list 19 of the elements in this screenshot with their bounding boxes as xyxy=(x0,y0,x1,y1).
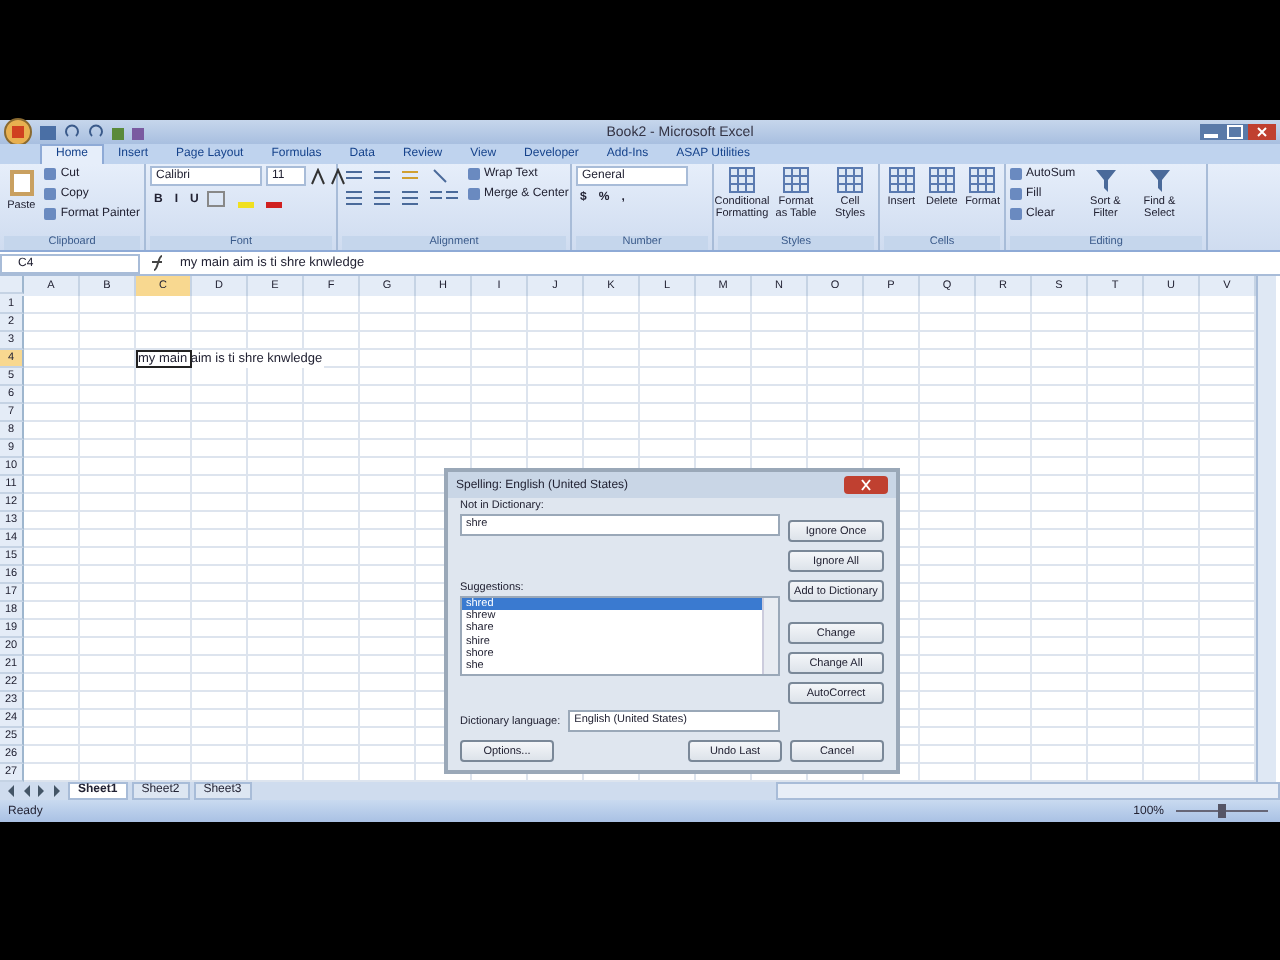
vertical-scrollbar[interactable] xyxy=(1256,276,1276,782)
list-scrollbar[interactable] xyxy=(762,598,778,674)
clipboard-icon xyxy=(7,166,36,198)
grid-icon xyxy=(887,166,916,194)
horizontal-scrollbar[interactable] xyxy=(776,782,1280,800)
align-icon[interactable] xyxy=(342,188,462,206)
font-size-icon[interactable] xyxy=(310,167,350,185)
zoom-slider-icon[interactable] xyxy=(1172,804,1272,818)
maximize-icon[interactable] xyxy=(1224,124,1246,140)
grid-icon xyxy=(836,166,864,194)
grid-icon xyxy=(968,166,997,194)
sheet-navigation-icon[interactable] xyxy=(4,784,64,798)
font-color-icon[interactable] xyxy=(206,190,287,208)
grid-icon xyxy=(927,166,956,194)
grid-icon xyxy=(728,166,756,194)
close-icon[interactable] xyxy=(844,476,888,494)
office-button-icon[interactable] xyxy=(4,118,32,146)
grid-icon xyxy=(782,166,810,194)
close-icon[interactable] xyxy=(1248,124,1276,140)
